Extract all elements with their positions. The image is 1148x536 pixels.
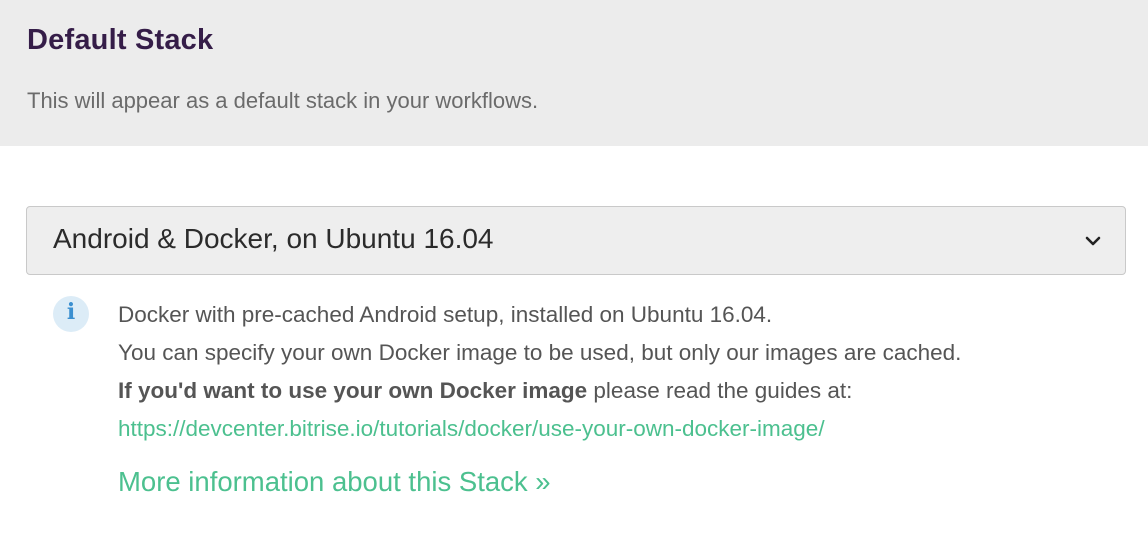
docker-guide-link[interactable]: https://devcenter.bitrise.io/tutorials/d…	[118, 416, 825, 441]
selected-stack-value: Android & Docker, on Ubuntu 16.04	[53, 223, 494, 254]
section-header: Default Stack This will appear as a defa…	[0, 0, 1148, 146]
section-subtitle: This will appear as a default stack in y…	[27, 88, 539, 113]
description-line-1: Docker with pre-cached Android setup, in…	[118, 302, 773, 327]
stack-description: Docker with pre-cached Android setup, in…	[118, 296, 1128, 448]
description-line-3: If you'd want to use your own Docker ima…	[118, 372, 1128, 410]
info-icon: i	[53, 296, 89, 332]
section-title: Default Stack	[27, 24, 214, 56]
default-stack-select[interactable]: Android & Docker, on Ubuntu 16.04	[26, 206, 1126, 275]
info-icon-glyph: i	[66, 299, 76, 325]
description-line-2: You can specify your own Docker image to…	[118, 340, 962, 365]
chevron-down-icon	[1085, 236, 1101, 246]
description-rest-text: please read the guides at:	[587, 378, 853, 403]
more-info-link[interactable]: More information about this Stack »	[118, 466, 551, 498]
description-bold-text: If you'd want to use your own Docker ima…	[118, 378, 588, 403]
